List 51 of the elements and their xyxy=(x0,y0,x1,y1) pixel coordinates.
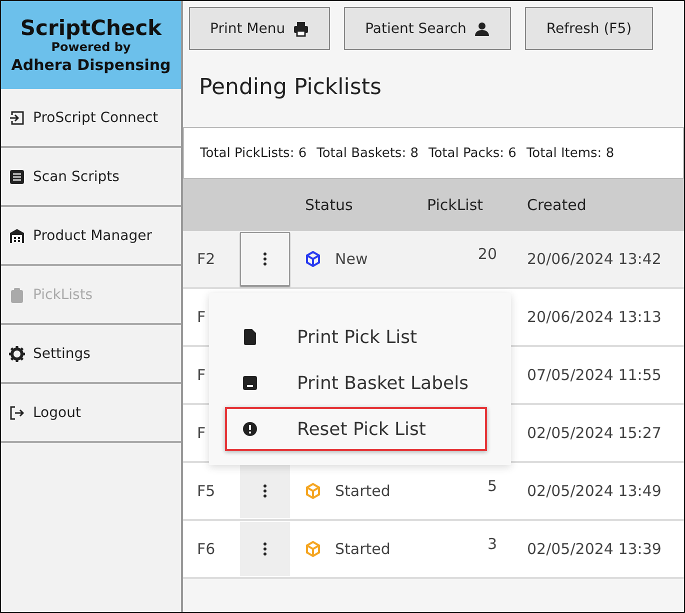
more-vertical-icon xyxy=(263,542,267,556)
column-header: Created xyxy=(527,196,586,214)
app-name: ScriptCheck xyxy=(20,16,162,40)
alert-icon xyxy=(243,421,257,437)
warehouse-icon xyxy=(9,228,25,244)
table-cell: 02/05/2024 13:39 xyxy=(527,540,662,558)
table-cell-text: F6 xyxy=(196,540,216,558)
column-header: PickList xyxy=(427,196,484,214)
menu-item[interactable]: Reset Pick List xyxy=(225,407,487,451)
label-icon xyxy=(243,375,257,391)
list-icon xyxy=(9,168,25,184)
table-cell: 20 xyxy=(478,245,497,263)
company-name: Adhera Dispensing xyxy=(11,56,171,74)
summary-stat: Total Packs: 6 xyxy=(428,146,516,160)
table-cell: New xyxy=(335,250,368,268)
table-cell: Started xyxy=(335,540,390,558)
menu-item[interactable]: Print Pick List xyxy=(209,315,471,359)
table-cell-text: F xyxy=(196,308,207,326)
menu-item[interactable]: Print Basket Labels xyxy=(209,361,471,405)
logout-icon xyxy=(9,404,25,420)
table-cell: 5 xyxy=(487,477,497,495)
table-cell: 20/06/2024 13:42 xyxy=(527,250,662,268)
printer-icon xyxy=(293,20,310,36)
person-icon xyxy=(474,20,490,36)
summary-stat: Total Baskets: 8 xyxy=(316,146,418,160)
table-cell-text: F5 xyxy=(196,482,216,500)
table-cell: 02/05/2024 13:49 xyxy=(527,482,662,500)
table-cell: 02/05/2024 15:27 xyxy=(527,424,662,442)
table-cell: Started xyxy=(335,482,390,500)
table-cell-text: F2 xyxy=(196,250,216,268)
summary-stat: Total Items: 8 xyxy=(526,146,614,160)
file-icon xyxy=(243,329,257,345)
more-button[interactable] xyxy=(240,232,290,286)
table-cell-text: F xyxy=(196,366,207,384)
powered-by-text: Powered by xyxy=(51,40,131,54)
toolbar-button[interactable]: Print Menu xyxy=(189,7,330,50)
more-button[interactable] xyxy=(240,464,290,518)
table-cell: 20/06/2024 13:13 xyxy=(527,308,662,326)
table-cell: 3 xyxy=(487,535,497,553)
more-vertical-icon xyxy=(263,484,267,498)
summary-stat: Total PickLists: 6 xyxy=(200,146,307,160)
column-header: Status xyxy=(304,196,354,214)
toolbar-button[interactable]: Refresh (F5) xyxy=(525,7,653,50)
login-icon xyxy=(9,110,25,126)
table-cell: 07/05/2024 11:55 xyxy=(527,366,662,384)
clipboard-icon xyxy=(9,286,25,302)
page-title: Pending Picklists xyxy=(198,74,382,102)
table-cell-text: F xyxy=(196,424,207,442)
settings-icon xyxy=(9,346,25,362)
toolbar-button[interactable]: Patient Search xyxy=(344,7,512,50)
more-vertical-icon xyxy=(263,252,267,266)
